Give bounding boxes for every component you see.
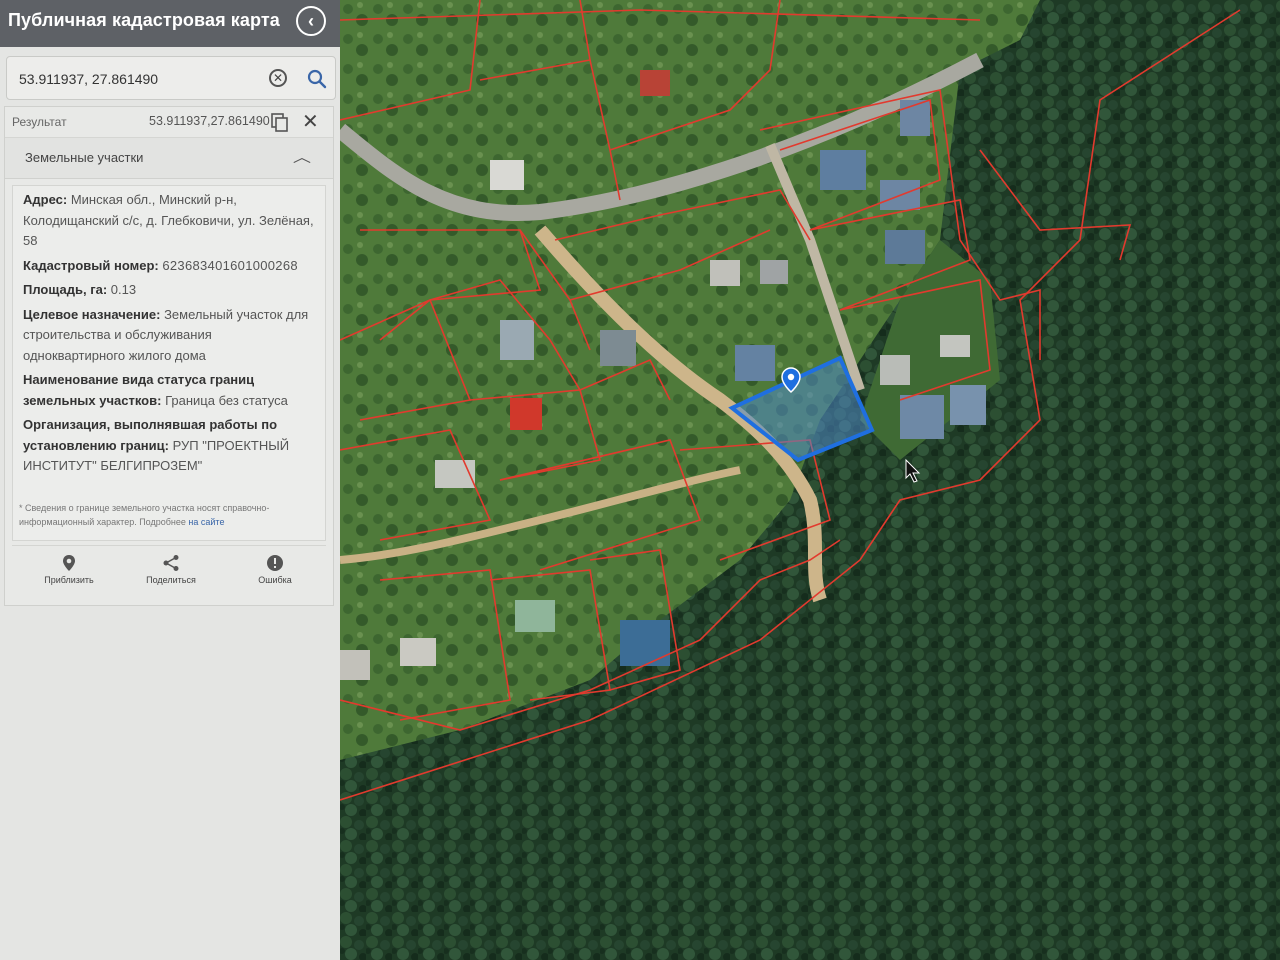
address-label: Адрес: <box>23 192 68 207</box>
section-land-plots[interactable]: Земельные участки ︿ <box>5 138 333 179</box>
note-text: * Сведения о границе земельного участка … <box>19 503 270 527</box>
action-bar: Приблизить Поделиться Ошибка <box>12 545 326 596</box>
note-link[interactable]: на сайте <box>188 517 224 527</box>
area-row: Площадь, га: 0.13 <box>23 280 315 301</box>
organization-row: Организация, выполнявшая работы по устан… <box>23 415 315 477</box>
search-icon[interactable] <box>306 68 328 90</box>
share-label: Поделиться <box>146 575 196 585</box>
section-title: Земельные участки <box>25 150 144 165</box>
result-header: Результат 53.911937,27.861490 ✕ <box>5 107 333 138</box>
share-icon <box>163 555 179 571</box>
collapse-sidebar-button[interactable]: ‹ <box>296 6 326 36</box>
report-error-button[interactable]: Ошибка <box>230 554 320 585</box>
error-label: Ошибка <box>258 575 292 585</box>
error-icon <box>267 555 283 571</box>
parcel-info-card: Адрес: Минская обл., Минский р-н, Колоди… <box>12 185 326 541</box>
location-pin-icon <box>63 555 75 571</box>
zoom-to-label: Приблизить <box>44 575 94 585</box>
cadastral-label: Кадастровый номер: <box>23 257 159 273</box>
copy-icon[interactable] <box>271 113 289 133</box>
purpose-row: Целевое назначение: Земельный участок дл… <box>23 305 315 367</box>
search-input[interactable] <box>17 67 261 91</box>
address-value: Минская обл., Минский р-н, Колодищанский… <box>23 192 314 248</box>
area-value: 0.13 <box>110 282 137 297</box>
satellite-map[interactable] <box>340 0 1280 960</box>
purpose-label: Целевое назначение: <box>23 306 161 322</box>
result-label: Результат <box>12 115 67 129</box>
zoom-to-button[interactable]: Приблизить <box>24 554 114 585</box>
area-label: Площадь, га: <box>23 282 108 297</box>
status-row: Наименование вида статуса границ земельн… <box>23 370 315 411</box>
cadastral-row: Кадастровый номер: 623683401601000268 <box>23 256 315 277</box>
address-row: Адрес: Минская обл., Минский р-н, Колоди… <box>23 190 315 252</box>
app-title: Публичная кадастровая карта <box>8 10 280 30</box>
search-box: ✕ <box>6 56 336 100</box>
chevron-up-icon[interactable]: ︿ <box>293 147 311 167</box>
clear-search-icon[interactable]: ✕ <box>269 69 287 87</box>
result-coordinates: 53.911937,27.861490 <box>149 114 270 128</box>
map-view[interactable] <box>340 0 1280 960</box>
disclaimer-note: * Сведения о границе земельного участка … <box>19 501 319 529</box>
chevron-left-icon: ‹ <box>308 10 314 31</box>
sidebar: Публичная кадастровая карта ‹ ✕ Результа… <box>0 0 340 960</box>
result-panel: Результат 53.911937,27.861490 ✕ Земельны… <box>4 106 334 606</box>
status-value: Граница без статуса <box>165 392 288 408</box>
app-header: Публичная кадастровая карта ‹ <box>0 0 340 47</box>
close-icon[interactable]: ✕ <box>302 112 319 132</box>
cadastral-value: 623683401601000268 <box>162 257 298 273</box>
share-button[interactable]: Поделиться <box>126 554 216 585</box>
